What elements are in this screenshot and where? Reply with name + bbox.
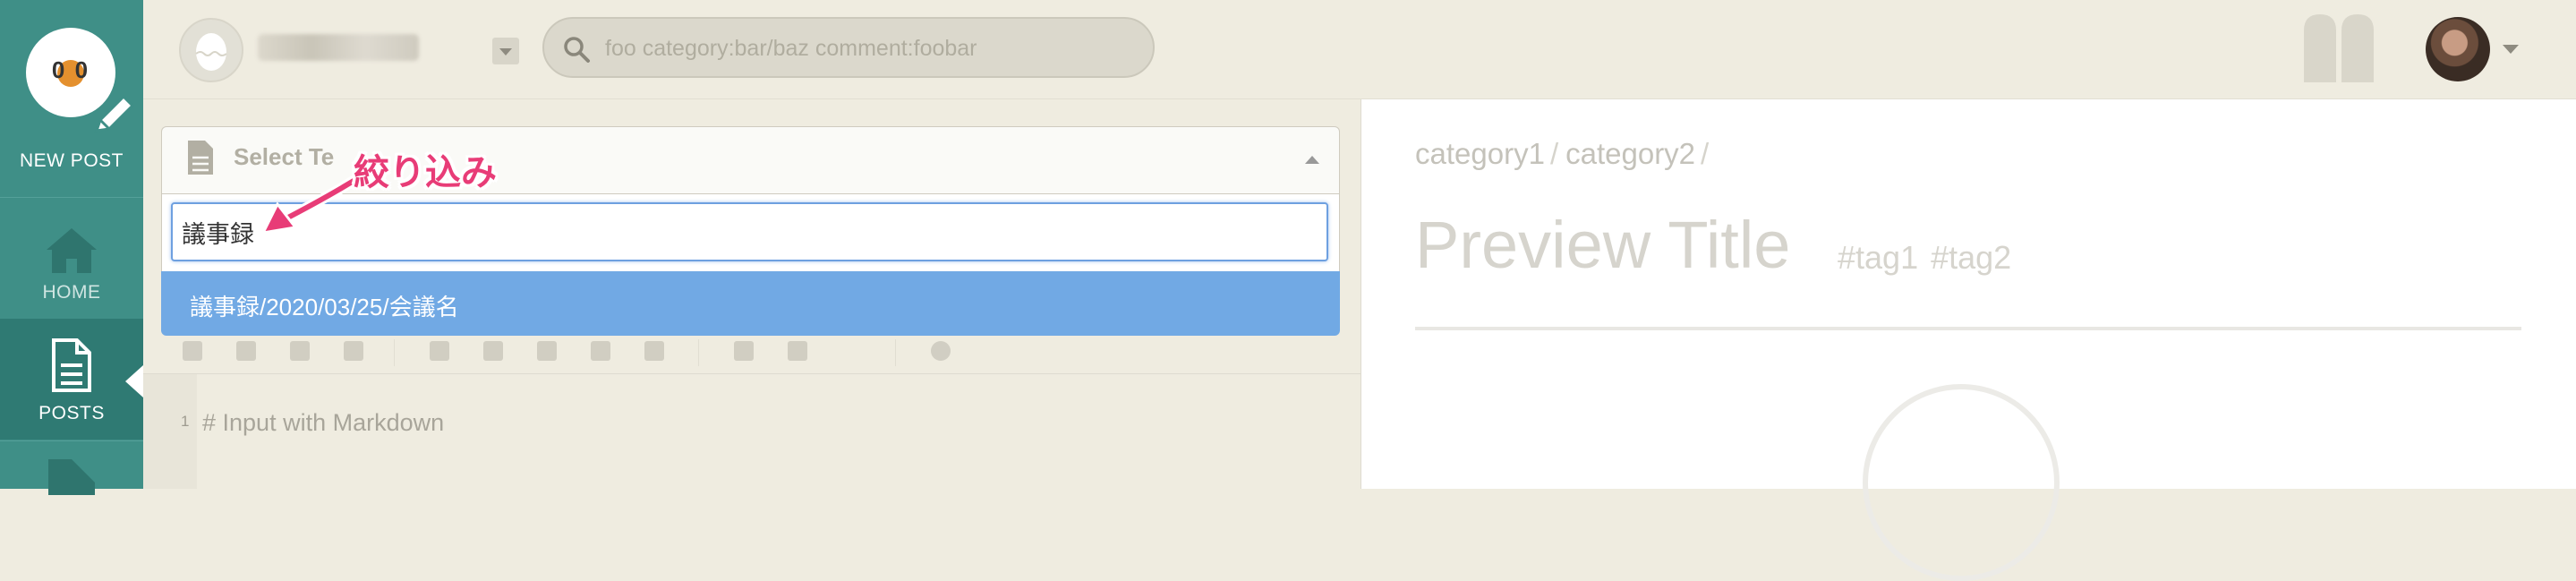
user-avatar[interactable] [2426, 17, 2490, 81]
help-icon[interactable] [931, 341, 951, 361]
bold-icon[interactable] [183, 341, 202, 361]
search-input[interactable] [603, 31, 1126, 65]
toolbar-divider [895, 339, 896, 366]
preview-pane: category1/category2/ Preview Title #tag1… [1361, 99, 2576, 581]
template-option[interactable]: 議事録/2020/03/25/会議名 [161, 271, 1340, 336]
team-avatar[interactable] [179, 18, 243, 82]
breadcrumb-separator: / [1701, 137, 1710, 170]
callout-label: 絞り込み [354, 153, 497, 192]
preview-title: Preview Title [1415, 208, 1791, 282]
quote-icon[interactable] [483, 341, 503, 361]
markdown-toolbar [161, 336, 1340, 375]
toolbar-divider [394, 339, 395, 366]
logo-face: 0 0 [51, 56, 90, 83]
sidebar-item-label: HOME [42, 282, 101, 303]
sidebar: 0 0 NEW POST HOME POSTS [0, 0, 143, 495]
egg-icon [195, 33, 227, 71]
sidebar-item-home[interactable]: HOME [0, 197, 143, 319]
tag[interactable]: #tag2 [1931, 239, 2011, 276]
preview-divider [1415, 327, 2521, 330]
tag[interactable]: #tag1 [1838, 239, 1918, 276]
template-option-label: 議事録/2020/03/25/会議名 [190, 294, 459, 320]
chevron-up-icon[interactable] [1305, 156, 1319, 164]
editor-pane: Select Te 議事録/2020/03/25/会議名 1 # Input w… [143, 99, 1361, 489]
unordered-list-icon[interactable] [537, 341, 557, 361]
line-gutter [143, 374, 197, 489]
breadcrumb-item[interactable]: category2 [1565, 137, 1695, 170]
italic-icon[interactable] [236, 341, 256, 361]
checkbox-icon[interactable] [644, 341, 664, 361]
template-select-label: Select Te [234, 143, 335, 170]
document-icon [188, 141, 213, 175]
home-icon [47, 228, 97, 273]
breadcrumb: category1/category2/ [1415, 137, 1716, 171]
search-icon [564, 37, 590, 63]
team-dropdown-button[interactable] [492, 38, 519, 64]
toolbar-divider [698, 339, 699, 366]
table-icon[interactable] [788, 341, 807, 361]
search-bar[interactable] [542, 17, 1155, 78]
breadcrumb-separator: / [1549, 137, 1559, 170]
tags-icon [48, 459, 95, 495]
line-number: 1 [181, 413, 190, 430]
toolbar-divider-line [143, 373, 1361, 374]
sidebar-item-posts[interactable]: POSTS [0, 319, 143, 440]
preview-tags: #tag1 #tag2 [1838, 239, 2024, 277]
pencil-icon[interactable] [90, 90, 140, 140]
chevron-down-icon[interactable] [2503, 45, 2519, 54]
team-name-blurred[interactable] [258, 34, 419, 61]
active-indicator [125, 365, 143, 397]
ordered-list-icon[interactable] [591, 341, 610, 361]
sidebar-item-tags[interactable] [0, 440, 143, 495]
link-icon[interactable] [734, 341, 754, 361]
empty-face-icon [1863, 384, 2060, 581]
topbar [143, 0, 2576, 99]
new-post-label[interactable]: NEW POST [0, 150, 143, 172]
markdown-input[interactable]: # Input with Markdown [202, 409, 444, 437]
breadcrumb-item[interactable]: category1 [1415, 137, 1545, 170]
sidebar-item-label: POSTS [38, 403, 105, 423]
strikethrough-icon[interactable] [290, 341, 310, 361]
heading-icon[interactable] [344, 341, 363, 361]
document-icon [52, 338, 91, 392]
code-icon[interactable] [430, 341, 449, 361]
books-icon[interactable] [2300, 13, 2377, 84]
